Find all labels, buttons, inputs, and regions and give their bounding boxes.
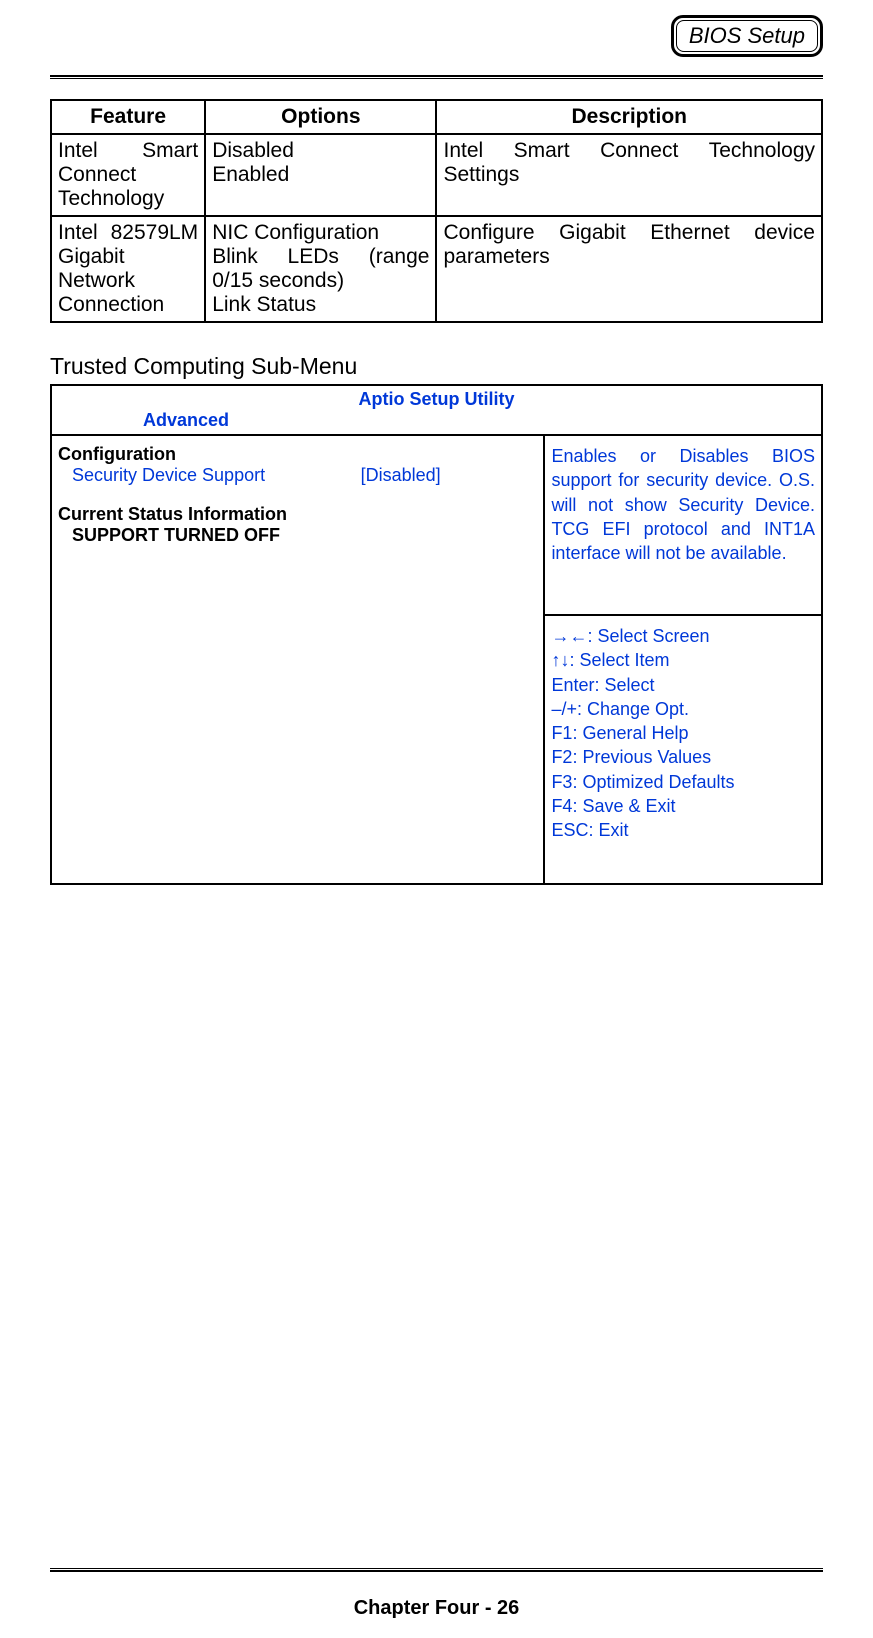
security-device-support-label: Security Device Support (72, 465, 361, 486)
cell-options: Disabled Enabled (205, 134, 436, 216)
page-footer: Chapter Four - 26 (0, 1568, 873, 1638)
security-device-support-value: [Disabled] (361, 465, 538, 486)
status-line: SUPPORT TURNED OFF (58, 525, 537, 546)
bios-help-text: Enables or Disables BIOS support for sec… (545, 436, 821, 616)
bios-key-hints: →←: Select Screen ↑↓: Select Item Enter:… (545, 616, 821, 883)
config-heading: Configuration (58, 444, 537, 465)
bios-utility-title: Aptio Setup Utility (53, 387, 820, 410)
hint-f3: F3: Optimized Defaults (551, 770, 815, 794)
table-header-row: Feature Options Description (51, 100, 822, 134)
bios-config-pane: Configuration Security Device Support [D… (51, 435, 544, 884)
col-header-description: Description (436, 100, 822, 134)
text: Enabled (212, 163, 429, 187)
status-heading: Current Status Information (58, 504, 537, 525)
text: Intel 82579LM (58, 221, 198, 245)
text: Intel Smart (58, 139, 198, 163)
text: Blink LEDs (range (212, 245, 429, 269)
table-row: Intel Smart Connect Technology Disabled … (51, 134, 822, 216)
page-header: BIOS Setup (50, 15, 823, 57)
cell-description: Configure Gigabit Ethernet device parame… (436, 216, 822, 322)
cell-description: Intel Smart Connect Technology Settings (436, 134, 822, 216)
text: 0/15 seconds) (212, 269, 429, 293)
text: Technology (58, 187, 198, 211)
text: Link Status (212, 293, 429, 317)
header-rule (50, 75, 823, 79)
footer-text: Chapter Four - 26 (0, 1597, 873, 1638)
text: NIC Configuration (212, 221, 429, 245)
cell-options: NIC Configuration Blink LEDs (range 0/15… (205, 216, 436, 322)
cell-feature: Intel Smart Connect Technology (51, 134, 205, 216)
bios-title-bar: Aptio Setup Utility Advanced (51, 385, 822, 435)
hint-select-screen: →←: Select Screen (551, 624, 815, 648)
security-device-support-row[interactable]: Security Device Support [Disabled] (58, 465, 537, 486)
text: parameters (443, 245, 815, 269)
hint-change-opt: –/+: Change Opt. (551, 697, 815, 721)
bios-tab-advanced[interactable]: Advanced (53, 410, 820, 433)
text: Connect (58, 163, 198, 187)
hint-f1: F1: General Help (551, 721, 815, 745)
text: Connection (58, 293, 198, 317)
header-badge-text: BIOS Setup (676, 20, 818, 52)
header-badge: BIOS Setup (671, 15, 823, 57)
text: Disabled (212, 139, 429, 163)
section-title: Trusted Computing Sub-Menu (50, 353, 823, 380)
hint-select-item: ↑↓: Select Item (551, 648, 815, 672)
bios-panel: Aptio Setup Utility Advanced Configurati… (50, 384, 823, 885)
text: Intel Smart Connect Technology (443, 139, 815, 163)
bios-help-cell: Enables or Disables BIOS support for sec… (544, 435, 822, 884)
hint-f4: F4: Save & Exit (551, 794, 815, 818)
hint-f2: F2: Previous Values (551, 745, 815, 769)
col-header-feature: Feature (51, 100, 205, 134)
col-header-options: Options (205, 100, 436, 134)
text: Network (58, 269, 198, 293)
feature-table: Feature Options Description Intel Smart … (50, 99, 823, 323)
cell-feature: Intel 82579LM Gigabit Network Connection (51, 216, 205, 322)
table-row: Intel 82579LM Gigabit Network Connection… (51, 216, 822, 322)
text: Configure Gigabit Ethernet device (443, 221, 815, 245)
text: Settings (443, 163, 815, 187)
text: Gigabit (58, 245, 198, 269)
footer-rule (50, 1568, 823, 1572)
hint-esc: ESC: Exit (551, 818, 815, 842)
hint-enter: Enter: Select (551, 673, 815, 697)
